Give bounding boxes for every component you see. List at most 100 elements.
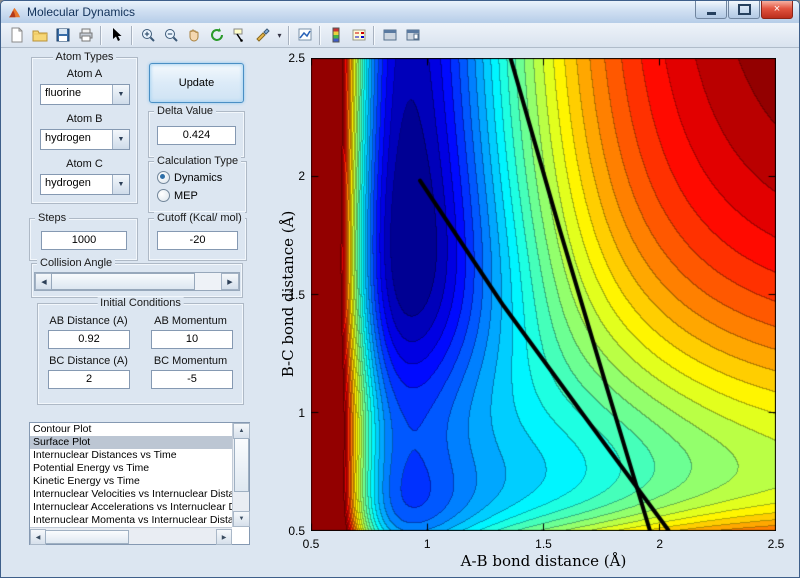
scrollbar-thumb[interactable] — [45, 530, 129, 544]
x-tick-label: 2.5 — [767, 537, 785, 551]
minimize-button[interactable] — [695, 1, 727, 19]
insert-colorbar-button[interactable] — [324, 24, 347, 46]
atom-a-label: Atom A — [66, 68, 103, 80]
zoom-in-icon — [141, 29, 155, 42]
atom-c-dropdown[interactable]: hydrogen ▼ — [40, 174, 130, 195]
horizontal-scrollbar[interactable]: ◀ ▶ — [30, 527, 232, 545]
hide-plot-tools-button[interactable] — [378, 24, 401, 46]
slider-thumb[interactable] — [51, 273, 195, 290]
y-tick-label: 2 — [298, 169, 305, 184]
dropdown-button[interactable]: ▼ — [112, 130, 129, 149]
calculation-type-panel: Calculation Type Dynamics MEP — [148, 155, 247, 213]
panel-title: Collision Angle — [37, 257, 116, 269]
hide-plot-tools-icon — [383, 29, 396, 41]
scrollbar-thumb[interactable] — [234, 438, 249, 492]
list-item[interactable]: Potential Energy vs Time — [30, 462, 232, 475]
list-item[interactable]: Internuclear Momenta vs Internuclear Dis… — [30, 514, 232, 527]
printer-icon — [79, 28, 92, 42]
contour-canvas[interactable] — [311, 58, 776, 531]
list-item[interactable]: Contour Plot — [30, 423, 232, 436]
cutoff-panel: Cutoff (Kcal/ mol) -20 — [148, 212, 247, 261]
rotate-3d-button[interactable] — [205, 24, 228, 46]
chevron-down-icon: ▼ — [117, 91, 125, 98]
list-item[interactable]: Kinetic Energy vs Time — [30, 475, 232, 488]
ab-distance-field[interactable]: 0.92 — [48, 330, 130, 349]
radio-mep[interactable]: MEP — [157, 189, 198, 202]
slider-right-arrow[interactable]: ▶ — [221, 273, 239, 290]
maximize-button[interactable] — [728, 1, 760, 19]
collision-angle-slider[interactable]: ◀ ▶ — [34, 272, 240, 291]
arrow-right-icon: ▶ — [221, 534, 227, 541]
y-tick-label: 1 — [298, 405, 305, 420]
atom-b-dropdown[interactable]: hydrogen ▼ — [40, 129, 130, 150]
radio-button-icon[interactable] — [157, 189, 170, 202]
x-tick-label: 1.5 — [535, 537, 552, 551]
update-button[interactable]: Update — [149, 63, 244, 103]
brush-icon — [255, 28, 270, 42]
list-item[interactable]: Internuclear Velocities vs Internuclear … — [30, 488, 232, 501]
close-button[interactable]: × — [761, 1, 793, 19]
vertical-scrollbar[interactable]: ▲ ▼ — [232, 423, 250, 527]
y-tick-label: 0.5 — [288, 524, 305, 538]
bc-momentum-label: BC Momentum — [153, 355, 228, 367]
arrow-cursor-icon — [112, 28, 121, 41]
steps-field[interactable]: 1000 — [41, 231, 127, 250]
cutoff-field[interactable]: -20 — [157, 231, 238, 250]
insert-legend-button[interactable] — [347, 24, 370, 46]
show-plot-tools-icon — [406, 29, 419, 41]
link-plot-icon — [298, 28, 311, 41]
list-item[interactable]: Surface Plot — [30, 436, 232, 449]
dropdown-button[interactable]: ▼ — [112, 85, 129, 104]
y-tick-label: 1.5 — [288, 287, 305, 302]
arrow-left-icon: ◀ — [35, 534, 41, 541]
scroll-left-button[interactable]: ◀ — [30, 529, 46, 545]
bc-distance-field[interactable]: 2 — [48, 370, 130, 389]
toolbar-separator — [288, 25, 290, 45]
zoom-in-button[interactable] — [136, 24, 159, 46]
plot-type-listbox[interactable]: Contour Plot Surface Plot Internuclear Dis… — [29, 422, 250, 545]
panel-title: Calculation Type — [154, 155, 242, 167]
x-tick-label: 2 — [656, 537, 664, 551]
matlab-figure-icon — [8, 7, 21, 17]
panel-title: Delta Value — [154, 105, 217, 117]
atom-a-value: fluorine — [45, 87, 82, 99]
atom-b-label: Atom B — [66, 113, 103, 125]
x-tick-label: 0.5 — [302, 537, 320, 551]
maximize-icon — [737, 4, 751, 15]
delta-value-field[interactable]: 0.424 — [157, 126, 236, 145]
link-plot-button[interactable] — [293, 24, 316, 46]
scroll-up-button[interactable]: ▲ — [233, 423, 250, 439]
app-window: Molecular Dynamics × ▾ Atom Types Atom A… — [0, 0, 800, 578]
brush-dropdown-button[interactable]: ▾ — [274, 24, 285, 46]
atom-a-dropdown[interactable]: fluorine ▼ — [40, 84, 130, 105]
print-figure-button[interactable] — [74, 24, 97, 46]
radio-button-icon[interactable] — [157, 171, 170, 184]
new-figure-button[interactable] — [5, 24, 28, 46]
brush-data-button[interactable] — [251, 24, 274, 46]
arrow-down-icon: ▼ — [238, 516, 245, 522]
atom-types-panel: Atom Types Atom A fluorine ▼ Atom B hydr… — [31, 51, 138, 204]
radio-dynamics-label: Dynamics — [174, 171, 223, 184]
chevron-down-icon: ▼ — [117, 181, 125, 188]
scroll-right-button[interactable]: ▶ — [216, 529, 232, 545]
data-cursor-button[interactable] — [228, 24, 251, 46]
ab-momentum-field[interactable]: 10 — [151, 330, 233, 349]
list-item[interactable]: Internuclear Distances vs Time — [30, 449, 232, 462]
ab-momentum-label: AB Momentum — [154, 315, 227, 327]
edit-plot-button[interactable] — [105, 24, 128, 46]
show-plot-tools-button[interactable] — [401, 24, 424, 46]
radio-mep-label: MEP — [174, 189, 198, 202]
zoom-out-button[interactable] — [159, 24, 182, 46]
rotate-icon — [210, 28, 223, 41]
list-item[interactable]: Internuclear Accelerations vs Internucle… — [30, 501, 232, 514]
radio-dynamics[interactable]: Dynamics — [157, 171, 222, 184]
save-figure-button[interactable] — [51, 24, 74, 46]
panel-title: Steps — [35, 212, 70, 224]
arrow-right-icon: ▶ — [227, 278, 233, 286]
scroll-down-button[interactable]: ▼ — [233, 511, 250, 527]
dropdown-button[interactable]: ▼ — [112, 175, 129, 194]
pan-button[interactable] — [182, 24, 205, 46]
open-file-button[interactable] — [28, 24, 51, 46]
titlebar[interactable]: Molecular Dynamics × — [1, 1, 799, 24]
bc-momentum-field[interactable]: -5 — [151, 370, 233, 389]
